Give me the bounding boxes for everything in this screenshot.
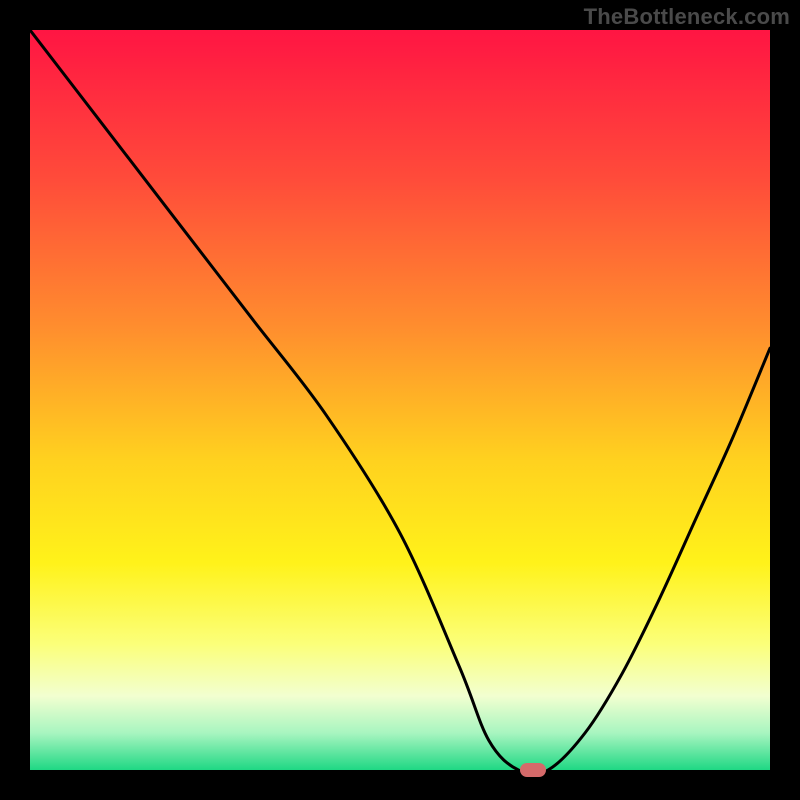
attribution-label: TheBottleneck.com (584, 4, 790, 30)
optimal-point-marker (520, 763, 546, 777)
chart-frame: TheBottleneck.com (0, 0, 800, 800)
plot-background (30, 30, 770, 770)
bottleneck-plot (30, 30, 770, 770)
